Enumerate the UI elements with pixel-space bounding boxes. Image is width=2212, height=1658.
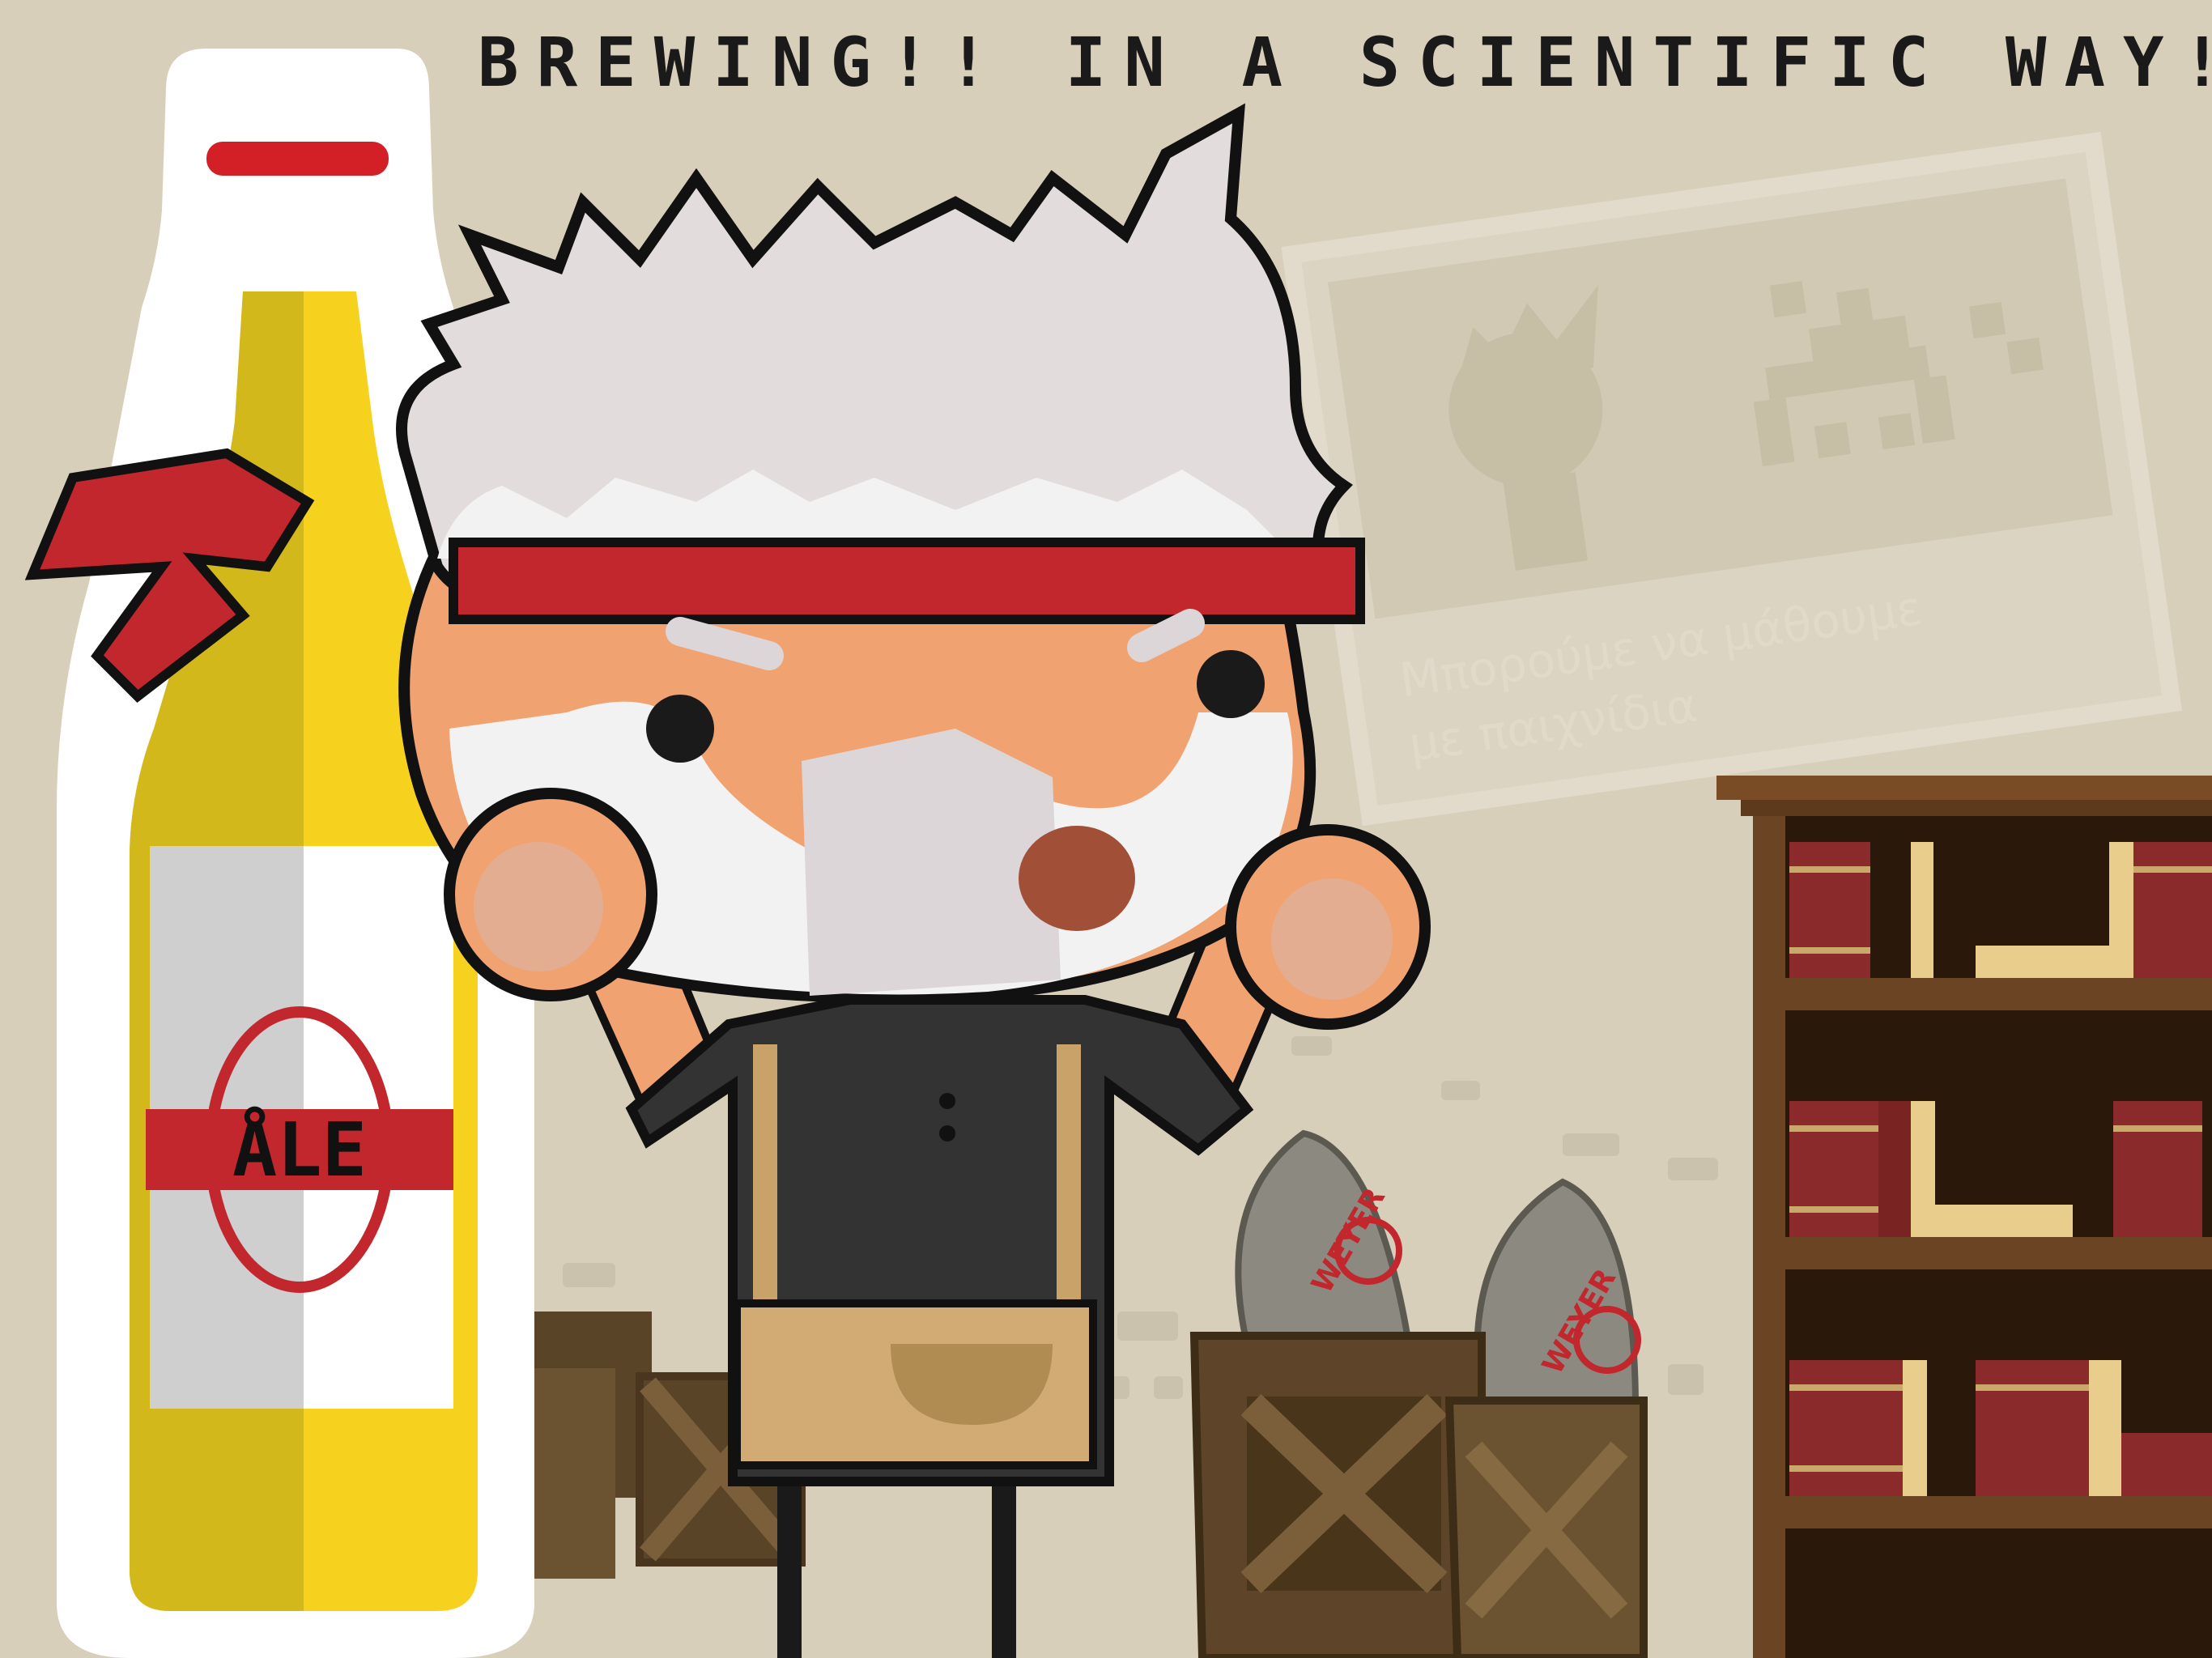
- scene-artwork: Μπορούμε να μάθουμε με παιχνίδια WEYER W…: [24, 49, 2212, 1658]
- left-eye: [646, 695, 714, 763]
- headband: [449, 538, 1365, 624]
- bottle-label-text: ÅLE: [232, 1106, 367, 1193]
- shirt-button: [939, 1093, 955, 1109]
- left-leg: [777, 1457, 802, 1658]
- shirt-button: [939, 1125, 955, 1141]
- right-leg: [992, 1457, 1016, 1658]
- apron-strap: [1057, 1044, 1081, 1303]
- page-title: BREWING!! IN A SCIENTIFIC WAY!: [478, 23, 2212, 102]
- right-eye: [1197, 650, 1265, 718]
- wall-poster: Μπορούμε να μάθουμε με παιχνίδια: [1281, 131, 2182, 827]
- bottle-cap: [206, 142, 389, 176]
- bookshelf: [1716, 776, 2212, 1658]
- sack-1: [1235, 1129, 1413, 1347]
- apron-strap: [753, 1044, 777, 1303]
- nose: [1019, 826, 1135, 931]
- game-scene: Μπορούμε να μάθουμε με παιχνίδια WEYER W…: [0, 0, 2212, 1658]
